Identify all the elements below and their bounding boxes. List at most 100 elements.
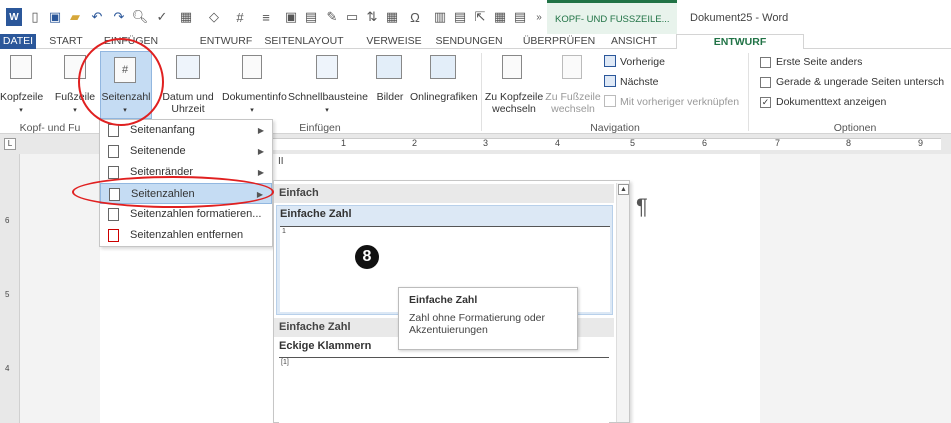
align-icon[interactable]: ≡: [256, 8, 276, 26]
ruler-tick-2: 2: [412, 138, 418, 148]
page-bottom-icon: [108, 145, 119, 158]
tab-stop-selector[interactable]: L: [4, 138, 16, 150]
format-numbers-icon: [108, 208, 119, 221]
chevron-right-icon: ▶: [257, 126, 264, 135]
tab-sendungen[interactable]: SENDUNGEN: [433, 34, 505, 49]
menu-item-entfernen[interactable]: Seitenzahlen entfernen: [100, 225, 272, 246]
merge-icon[interactable]: ▤: [512, 8, 528, 26]
cursor-icon[interactable]: ⇱: [472, 8, 488, 26]
spelling-icon[interactable]: ✓: [154, 8, 170, 26]
bilder-button[interactable]: Bilder: [370, 91, 410, 103]
scroll-up-icon[interactable]: ▲: [618, 184, 629, 195]
checkbox-erste-seite[interactable]: [760, 57, 771, 68]
print-preview-icon[interactable]: 🔍︎: [132, 8, 149, 26]
zu-kopfzeile-label-2: wechseln: [492, 103, 536, 115]
open-folder-icon[interactable]: ▰: [68, 8, 82, 26]
sort-icon[interactable]: ⇅: [364, 8, 380, 26]
tab-datei[interactable]: DATEI: [0, 34, 36, 49]
dokumenttext-label: Dokumenttext anzeigen: [776, 96, 887, 108]
vorherige-button[interactable]: Vorherige: [620, 56, 665, 68]
quick-access-toolbar: W ▯ ▣ ▰ ↶ ↷ 🔍︎ ✓ ▦ ◇ # ≡ ▣ ▤ ✎ ▭ ⇅ ▦ Ω ▥…: [0, 0, 951, 34]
menu-label: Seitenzahlen formatieren...: [130, 208, 262, 220]
tab-ansicht[interactable]: ANSICHT: [609, 34, 659, 49]
redo-icon[interactable]: ↷: [112, 8, 126, 26]
brush-icon[interactable]: ✎: [324, 8, 340, 26]
tab-start[interactable]: START: [44, 34, 88, 49]
tab-seitenlayout[interactable]: SEITENLAYOUT: [262, 34, 346, 49]
ruler-tick-9: 9: [918, 138, 924, 148]
table-icon[interactable]: ▦: [176, 8, 196, 26]
page-margin-icon: [108, 166, 119, 179]
group-label-optionen: Optionen: [833, 122, 877, 134]
zu-kopfzeile-button[interactable]: Zu Kopfzeile wechseln: [484, 91, 544, 115]
symbol-omega-icon[interactable]: Ω: [404, 8, 426, 26]
chevron-down-icon: ▾: [325, 107, 329, 114]
datum-label-2: Uhrzeit: [171, 103, 205, 115]
callout-number-badge: 8: [355, 245, 379, 269]
vertical-ruler[interactable]: 6 5 4: [0, 154, 20, 423]
chevron-down-icon: ▾: [19, 107, 23, 114]
gallery-item-title: Einfache Zahl: [280, 208, 352, 220]
tab-ueberpruefen[interactable]: ÜBERPRÜFEN: [522, 34, 596, 49]
ruler-tick-5: 5: [630, 138, 636, 148]
undo-icon[interactable]: ↶: [88, 8, 106, 26]
datum-uhrzeit-button[interactable]: Datum und Uhrzeit: [156, 91, 220, 115]
previous-icon: [604, 55, 616, 67]
split-icon[interactable]: ▤: [452, 8, 468, 26]
header-marker: II: [278, 156, 284, 167]
checkbox-gerade-ungerade[interactable]: [760, 77, 771, 88]
window-title: Dokument25 - Word: [690, 12, 789, 24]
naechste-button[interactable]: Nächste: [620, 76, 659, 88]
more-chevron-icon[interactable]: »: [532, 8, 546, 26]
tab-kopf-fusszeile-entwurf[interactable]: ENTWURF: [676, 34, 804, 49]
gallery-section-header: Einfach: [274, 184, 614, 203]
gallery-item-eckige-klammern-preview[interactable]: [1]: [279, 357, 609, 423]
save-icon[interactable]: ▣: [48, 8, 62, 26]
tab-entwurf[interactable]: ENTWURF: [196, 34, 256, 49]
zu-fusszeile-button[interactable]: Zu Fußzeile wechseln: [544, 91, 602, 115]
copy-icon[interactable]: ▣: [283, 8, 299, 26]
tooltip-description: Zahl ohne Formatierung oder Akzentuierun…: [409, 312, 545, 336]
vruler-tick-6: 6: [5, 216, 10, 225]
contextual-tab-header: KOPF- UND FUSSZEILE...: [547, 0, 677, 34]
calendar-icon: [176, 55, 200, 79]
columns-icon[interactable]: ▥: [432, 8, 448, 26]
ruler-tick-7: 7: [775, 138, 781, 148]
remove-numbers-icon: [108, 229, 119, 242]
menu-item-seitenende[interactable]: Seitenende ▶: [100, 141, 272, 162]
grid-icon[interactable]: ▦: [384, 8, 400, 26]
ruler-tick-1: 1: [341, 138, 347, 148]
hash-icon[interactable]: #: [230, 8, 250, 26]
menu-label: Seitenende: [130, 145, 186, 157]
dokumentinfo-button[interactable]: Dokumentinfo: [222, 91, 287, 103]
picture-icon: [376, 55, 402, 79]
document-info-icon: [242, 55, 262, 79]
chevron-right-icon: ▶: [257, 168, 264, 177]
gallery-scrollbar[interactable]: ▲: [616, 183, 629, 422]
checkbox-dokumenttext[interactable]: ✓: [760, 97, 771, 108]
schnellbausteine-button[interactable]: Schnellbausteine: [288, 91, 368, 103]
tooltip-title: Einfache Zahl: [409, 294, 478, 306]
highlight-circle-seitenzahl: [78, 38, 164, 126]
zu-fusszeile-label-1: Zu Fußzeile: [545, 91, 601, 103]
chevron-down-icon: ▾: [73, 107, 77, 114]
datum-label-1: Datum und: [162, 91, 214, 103]
ruler-tick-4: 4: [555, 138, 561, 148]
group-label-einfuegen: Einfügen: [299, 122, 341, 134]
paste-icon[interactable]: ▤: [303, 8, 319, 26]
word-logo-icon: W: [6, 8, 22, 26]
chevron-down-icon: ▾: [250, 107, 254, 114]
new-doc-icon[interactable]: ▯: [28, 8, 42, 26]
shapes-icon[interactable]: ◇: [204, 8, 224, 26]
go-to-footer-icon: [562, 55, 582, 79]
online-pictures-icon: [430, 55, 456, 79]
abc-icon[interactable]: ▭: [344, 8, 360, 26]
highlight-circle-seitenzahlen: [72, 176, 274, 208]
tab-verweise[interactable]: VERWEISE: [364, 34, 424, 49]
zu-kopfzeile-label-1: Zu Kopfzeile: [484, 91, 544, 103]
onlinegrafiken-button[interactable]: Onlinegrafiken: [410, 91, 478, 103]
kopfzeile-button[interactable]: Kopfzeile: [0, 91, 43, 103]
contextual-tab-label: KOPF- UND FUSSZEILE...: [555, 14, 670, 25]
verknuepfen-button[interactable]: Mit vorheriger verknüpfen: [620, 96, 739, 108]
table-small-icon[interactable]: ▦: [492, 8, 508, 26]
